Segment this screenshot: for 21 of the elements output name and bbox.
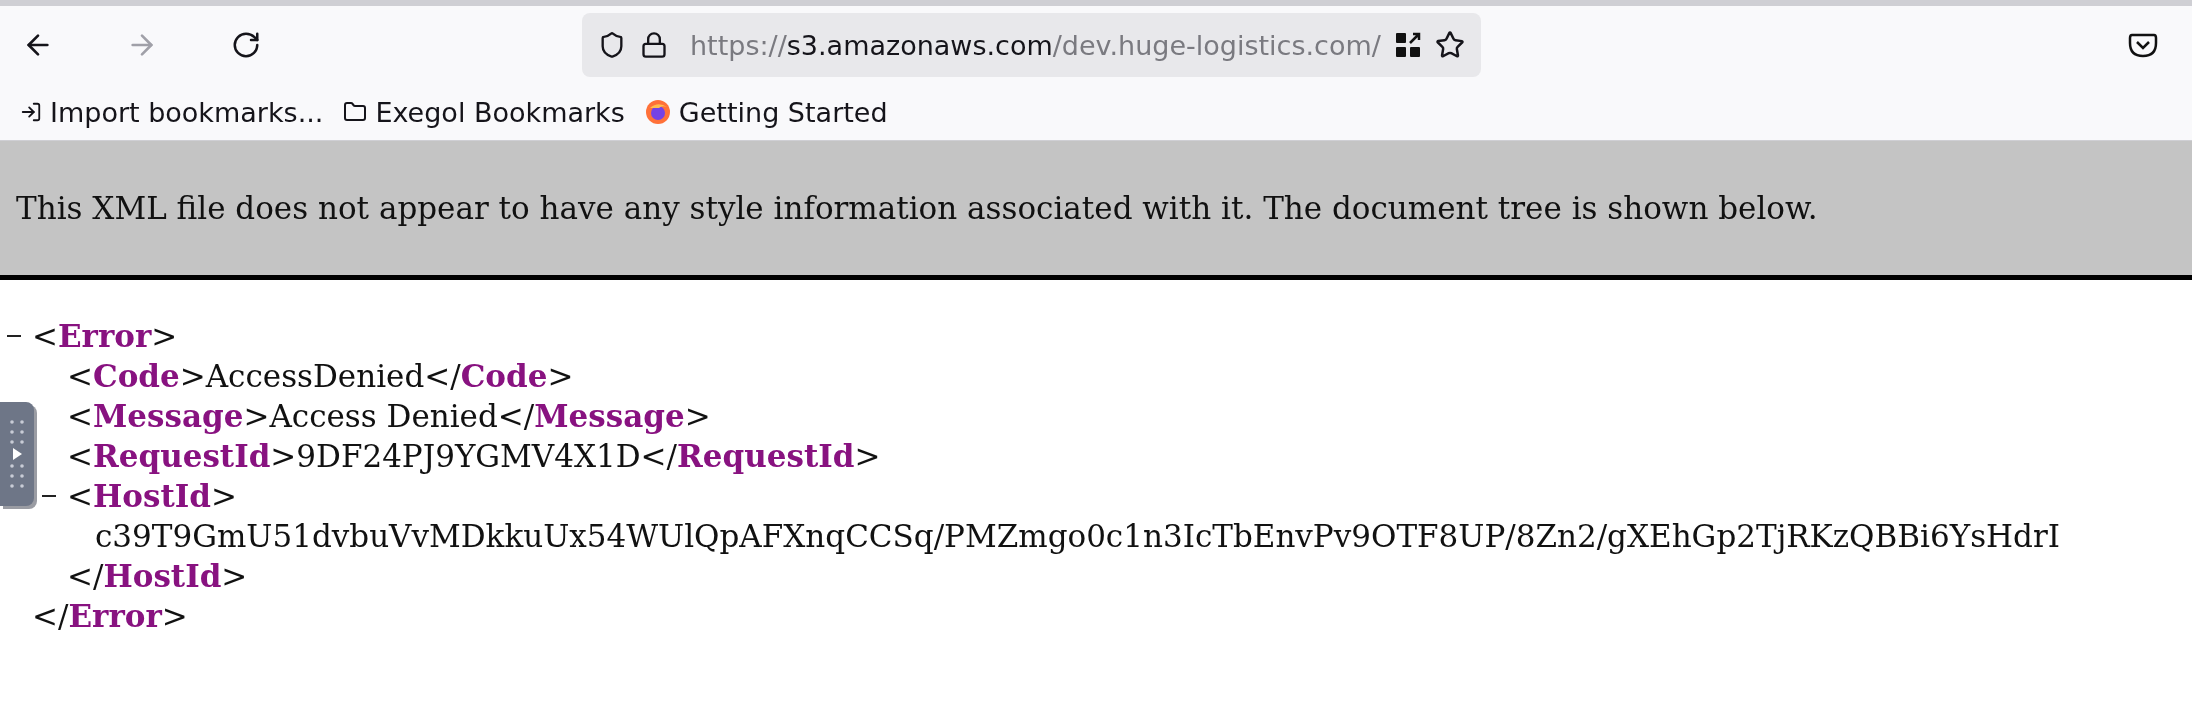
reload-icon [231, 30, 261, 60]
grid-icon[interactable] [1394, 32, 1421, 58]
xml-element-line: <Code>AccessDenied</Code> [67, 358, 574, 394]
style-info-banner-text: This XML file does not appear to have any style information associated with it. The document tree is shown below. [16, 190, 1818, 226]
xml-element-line: <Message>Access Denied</Message> [67, 398, 711, 434]
xml-open-tag: <HostId> [67, 478, 237, 514]
logo-icon [644, 99, 671, 125]
xml-text-value: c39T9GmU51dvbuVvMDkkuUx54WUlQpAFXnqCCSq/PMZmgo0c1n3IcTbEnvPv9OTF8UP/8Zn2/gXEhGp2TjRKzQBBi6YsHdrI [95, 518, 2060, 554]
xml-close-tag: </Error> [32, 598, 188, 634]
xml-element-line: <RequestId>9DF24PJ9YGMV4X1D</RequestId> [67, 438, 881, 474]
xml-open-tag: <Error> [32, 318, 178, 354]
lock-icon[interactable] [640, 31, 668, 59]
bookmark-item[interactable]: Import bookmarks... [20, 96, 324, 128]
import-icon [20, 101, 42, 123]
xml-close-tag: </HostId> [67, 558, 248, 594]
address-bar[interactable]: https://s3.amazonaws.com/dev.huge-logistics.com/ [582, 13, 1481, 77]
folder-icon [343, 100, 368, 124]
bookmark-item[interactable]: Exegol Bookmarks [343, 96, 625, 128]
star-icon[interactable] [1434, 30, 1465, 60]
bookmark-item[interactable]: Getting Started [644, 96, 888, 128]
sidebar-handle[interactable] [0, 402, 34, 506]
